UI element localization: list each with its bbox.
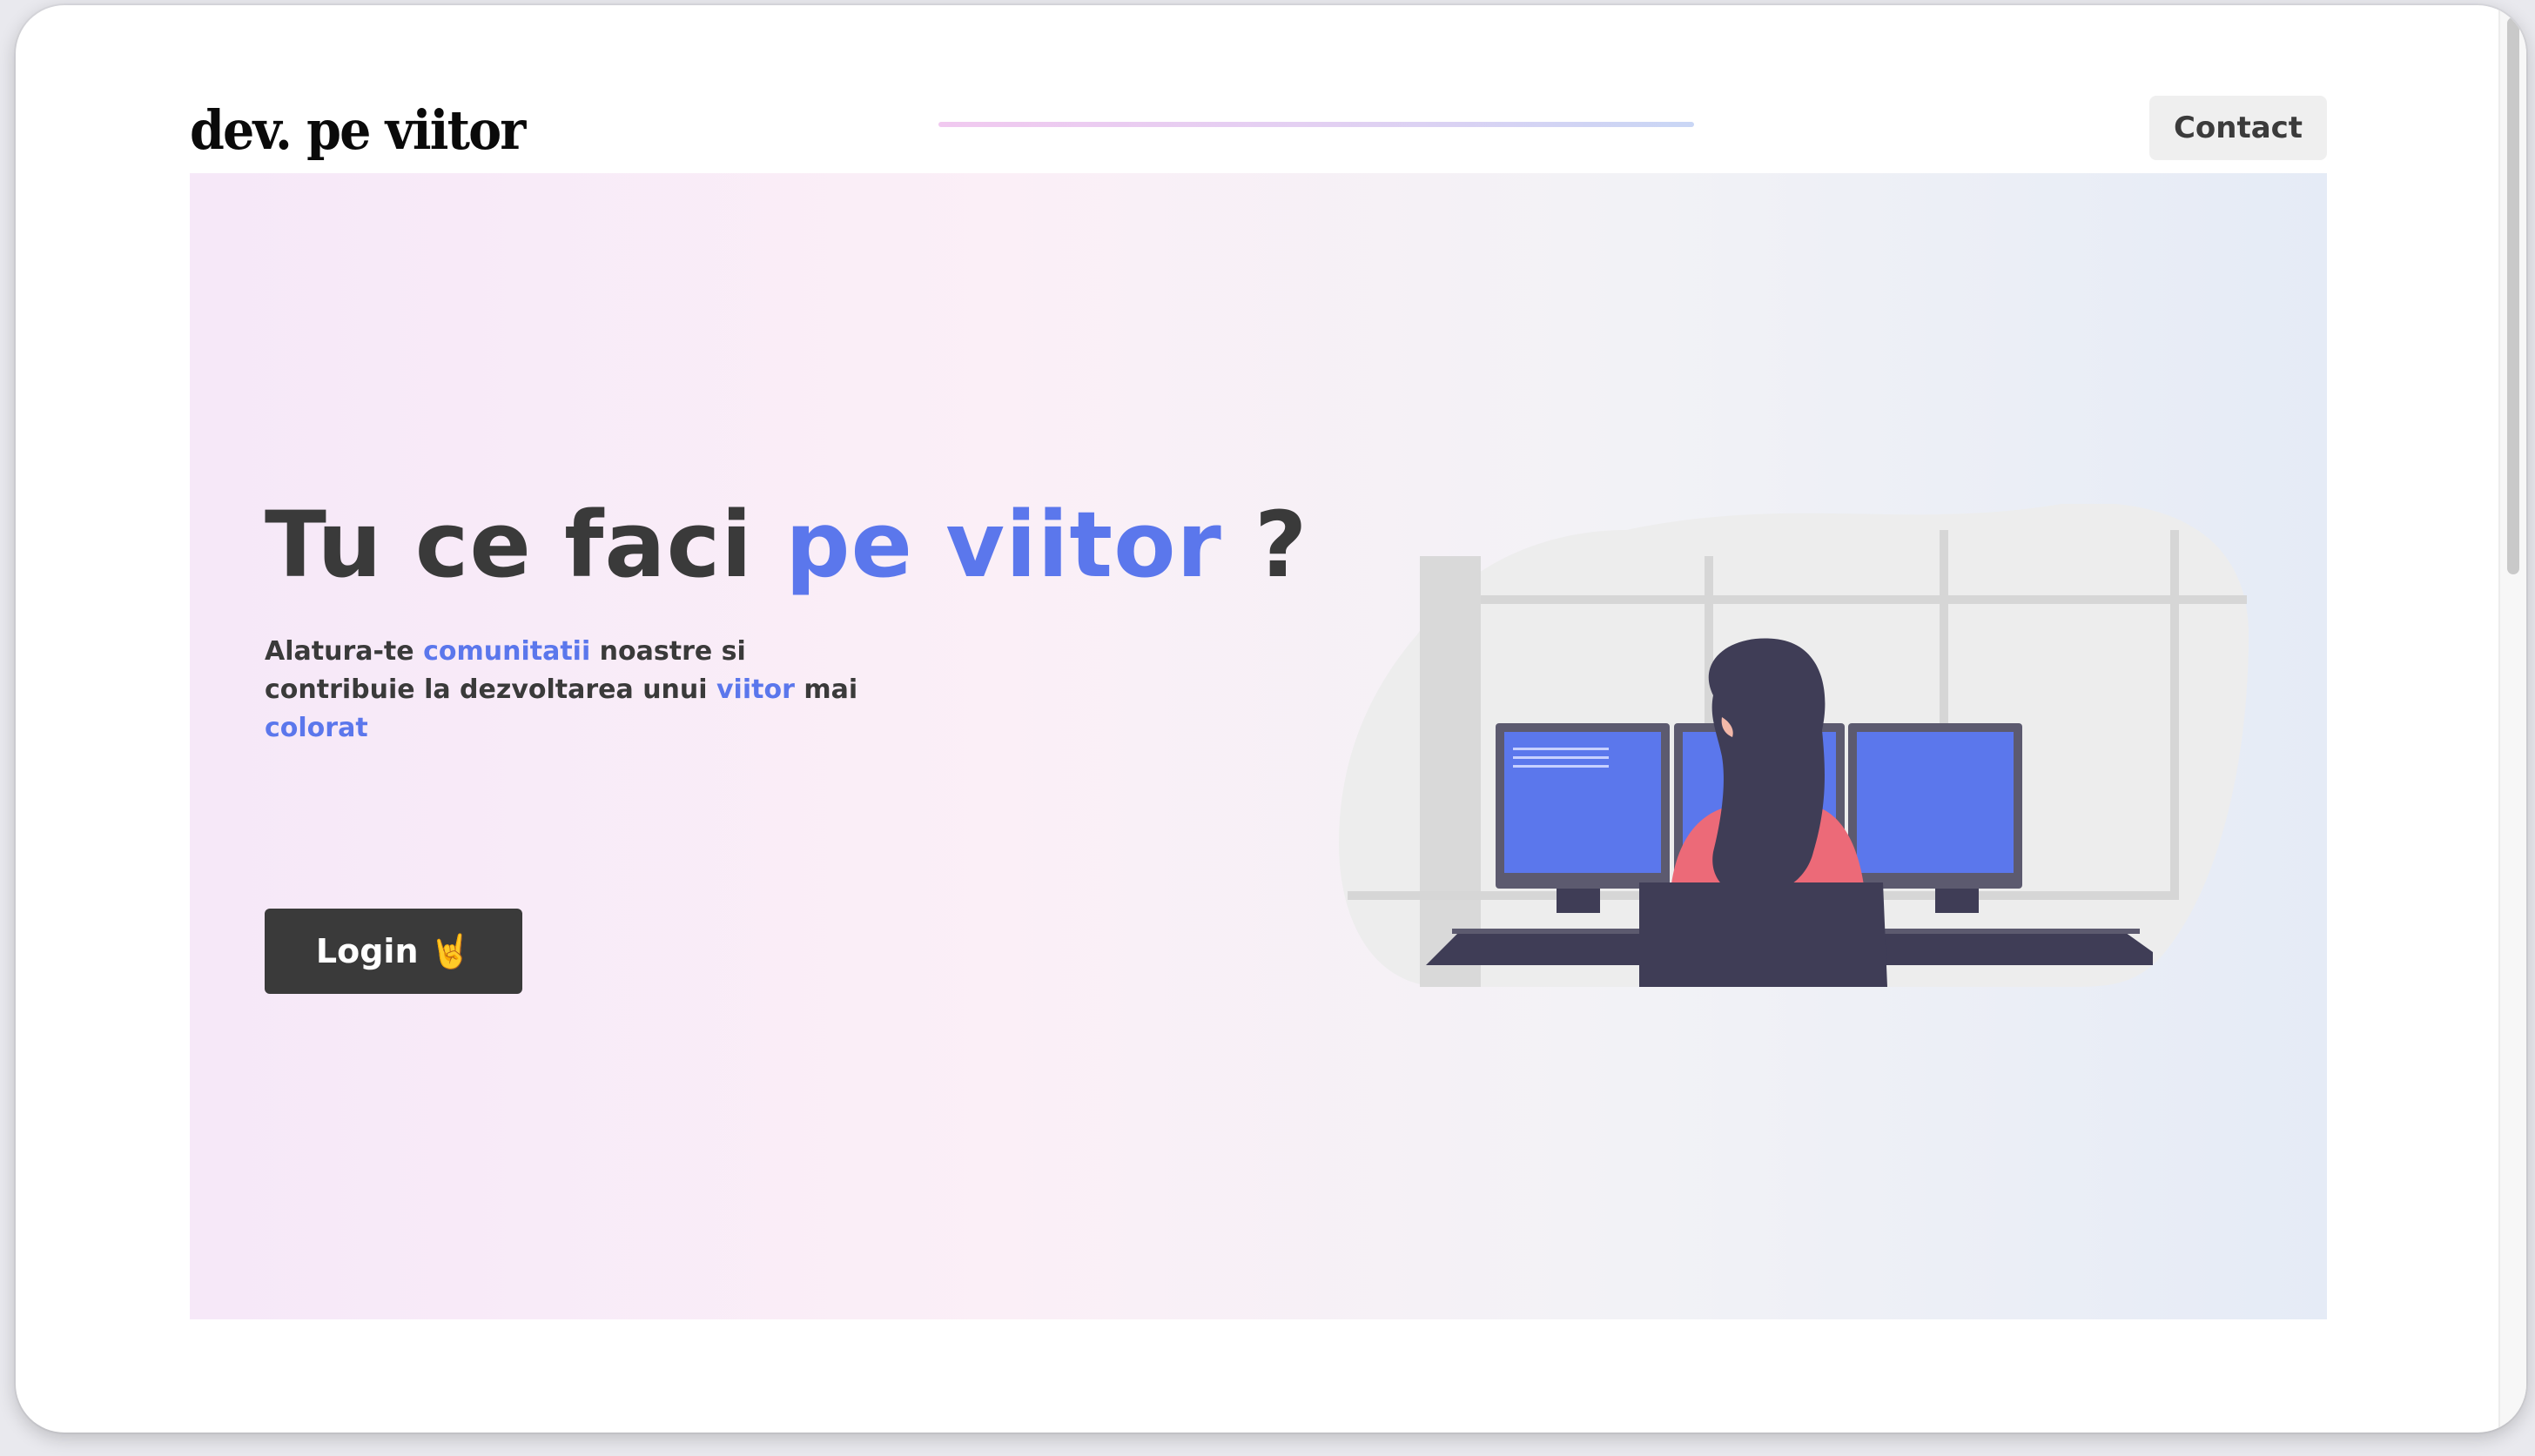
scrollbar-thumb[interactable] [2507,17,2519,574]
hero-section: Tu ce faci pe viitor ? Alatura-te comuni… [190,173,2327,1319]
screen-line [1513,748,1609,750]
screen-line [1513,765,1609,768]
window-mullion [2170,530,2179,900]
monitor-stand [1557,887,1600,913]
login-button[interactable]: Login 🤘 [265,909,522,994]
browser-window: dev. pe viitor Contact Tu ce faci pe vii… [16,5,2526,1433]
woman-at-monitors-illustration [1339,504,2249,987]
monitor-left-screen [1504,732,1661,873]
site-logo[interactable]: dev. pe viitor [190,89,526,172]
monitor-stand [1935,887,1979,913]
screen-line [1513,756,1609,759]
site-header: dev. pe viitor Contact [190,89,2327,172]
monitor-right-screen [1857,732,2014,873]
rock-hand-icon: 🤘 [429,932,472,970]
vertical-scrollbar[interactable] [2498,5,2526,1433]
subtitle-part: mai [794,674,858,705]
hero-subtitle: Alatura-te comunitatii noastre si contri… [265,633,874,748]
hero-title-prefix: Tu ce faci [265,492,786,598]
contact-button[interactable]: Contact [2149,96,2327,160]
subtitle-part: Alatura-te [265,636,424,667]
hero-title-suffix: ? [1221,492,1308,598]
hero-title-accent: pe viitor [785,492,1222,598]
subtitle-accent: comunitatii [423,636,591,667]
subtitle-accent: colorat [265,713,368,743]
nav-gradient-line [938,122,1694,127]
hero-title: Tu ce faci pe viitor ? [265,500,1308,590]
login-label: Login [315,932,419,970]
subtitle-accent: viitor [716,674,795,705]
window-frame-top [1481,595,2247,604]
woman-hair [1708,638,1826,896]
window-wall [1420,556,1481,987]
chair-back [1639,882,1887,987]
